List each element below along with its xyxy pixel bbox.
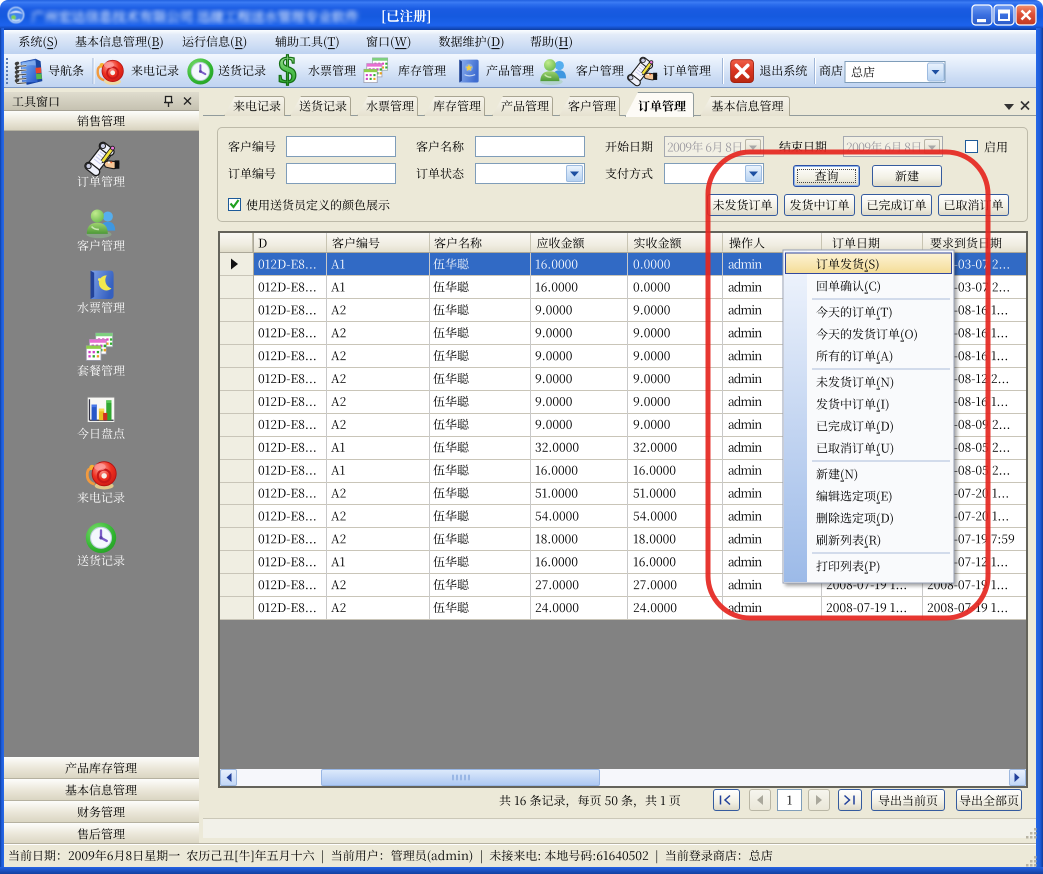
svg-text:$: $ [278, 50, 297, 92]
